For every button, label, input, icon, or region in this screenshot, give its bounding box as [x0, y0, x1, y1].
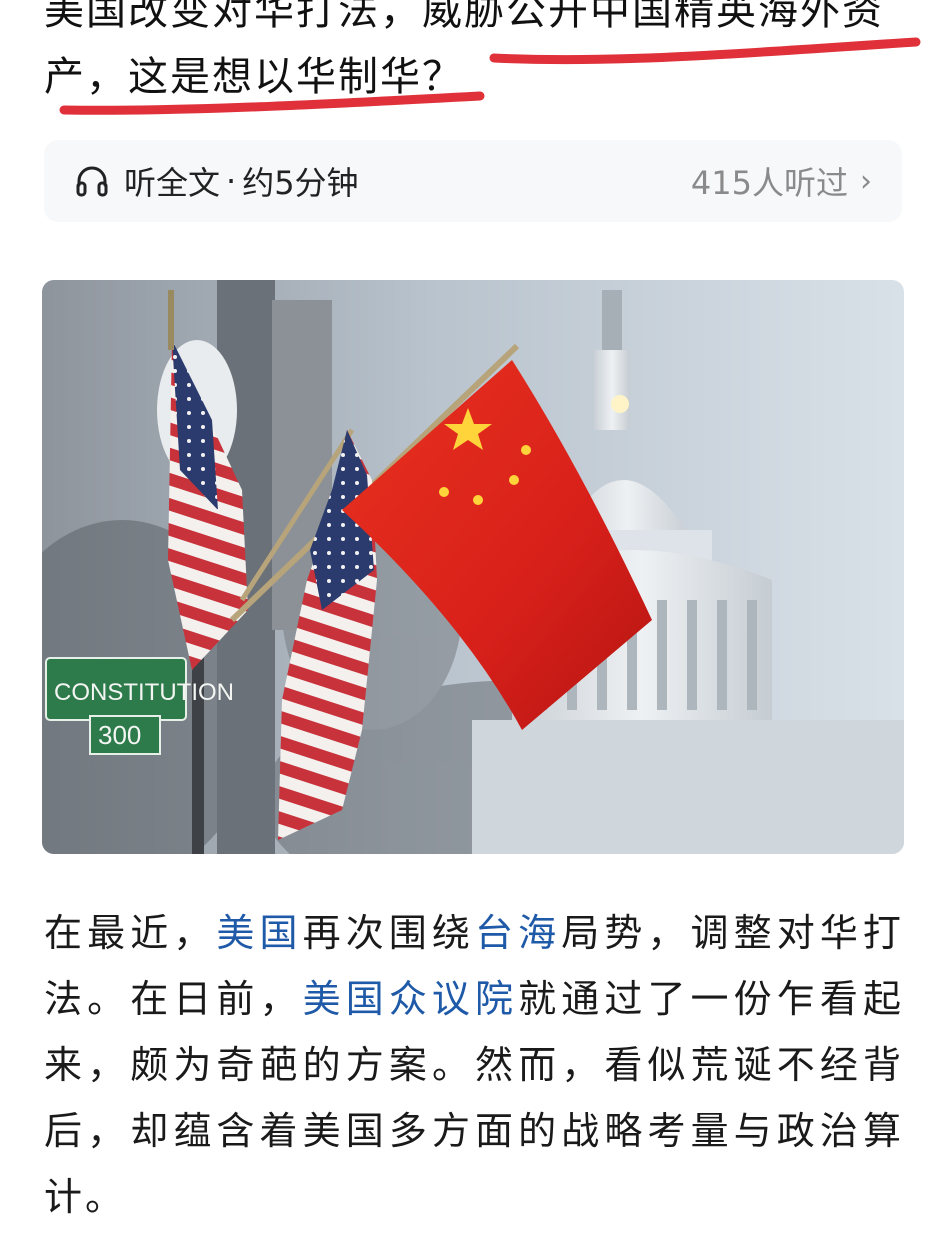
listen-separator: · [226, 162, 237, 200]
sign-number: 300 [98, 720, 141, 750]
listen-full-text-bar[interactable]: 听全文 · 约5分钟 415人听过 › [44, 140, 902, 222]
hero-image: CONSTITUTION 300 [42, 280, 904, 854]
title-line-1: 美国改变对华打法，威胁公开中国精英海外资 [44, 0, 884, 34]
title-line-2: 产，这是想以华制华？ [44, 54, 464, 100]
listen-left-group: 听全文 · 约5分钟 [74, 158, 359, 204]
link-usa[interactable]: 美国 [216, 911, 302, 955]
listen-duration: 约5分钟 [242, 164, 359, 202]
flags-photo: CONSTITUTION 300 [42, 280, 904, 854]
listen-label: 听全文 [124, 164, 221, 202]
article-page: 美国改变对华打法，威胁公开中国精英海外资 产，这是想以华制华？ 听全文 · 约5… [0, 0, 946, 1252]
article-title: 美国改变对华打法，威胁公开中国精英海外资 产，这是想以华制华？ [44, 0, 924, 110]
listener-count: 415人听过 [690, 164, 848, 202]
body-text-1: 在最近， [44, 911, 217, 955]
headphones-icon [76, 166, 108, 197]
sign-street-name: CONSTITUTION [54, 679, 234, 706]
article-body: 在最近，美国再次围绕台海局势，调整对华打法。在日前，美国众议院就通过了一份乍看起… [44, 900, 904, 1230]
link-us-house[interactable]: 美国众议院 [303, 977, 519, 1021]
chevron-right-icon: › [860, 163, 872, 199]
body-text-2: 再次围绕 [302, 911, 476, 955]
listen-right-group: 415人听过 › [691, 158, 872, 204]
link-taiwan-strait[interactable]: 台海 [475, 911, 561, 955]
